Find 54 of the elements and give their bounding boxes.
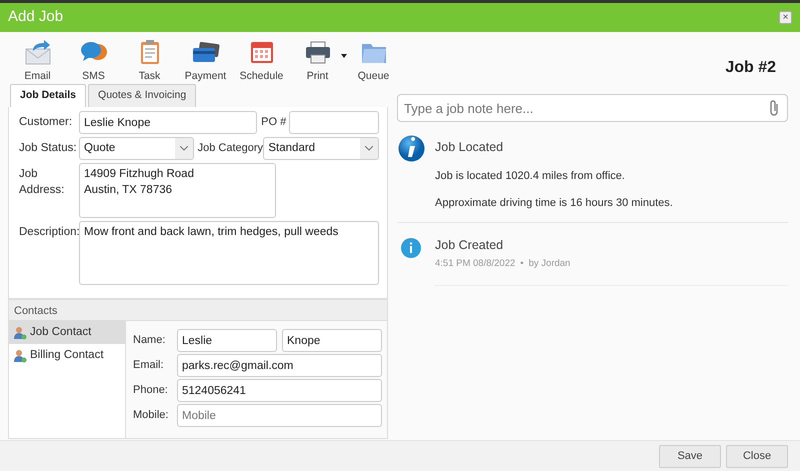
close-button[interactable]: Close	[726, 444, 788, 468]
address-field[interactable]: 14909 Fitzhugh Road Austin, TX 78736	[79, 163, 276, 218]
separator-dot: •	[520, 256, 524, 270]
contact-list-item[interactable]: Job Contact	[9, 321, 125, 344]
chevron-down-icon	[365, 146, 373, 151]
window-title: Add Job	[8, 7, 64, 28]
note-field[interactable]: Type a job note here...	[397, 94, 788, 122]
po-number-field[interactable]	[289, 111, 379, 134]
last-name-field[interactable]: Knope	[282, 329, 382, 352]
envelope-icon	[22, 38, 52, 66]
mobile-field[interactable]: Mobile	[177, 404, 382, 427]
toolbar-button[interactable]: Payment	[180, 38, 231, 86]
event-time: 4:51 PM 08/8/2022	[435, 256, 516, 270]
first-name-field[interactable]: Leslie	[177, 329, 277, 352]
toolbar-button[interactable]: Email	[12, 38, 63, 86]
section-header: Contacts	[9, 300, 387, 321]
event-author: by Jordan	[528, 256, 570, 270]
job-category-dropdown[interactable]: Standard	[263, 137, 379, 160]
event-text: Approximate driving time is 16 hours 30 minutes.	[435, 196, 674, 212]
toolbar-button[interactable]: Queue	[348, 38, 399, 86]
toolbar-button[interactable]: Schedule	[236, 38, 287, 86]
customer-field[interactable]: Leslie Knope	[79, 111, 258, 134]
phone-field[interactable]: 5124056241	[177, 379, 382, 402]
field-label: PO #	[260, 115, 288, 130]
job-number: Job #2	[725, 58, 776, 78]
toolbar-button[interactable]: Print	[292, 38, 343, 86]
clipboard-icon	[138, 38, 160, 66]
event-text: Job is located 1020.4 miles from office.	[435, 168, 626, 184]
info-icon	[401, 238, 421, 258]
event-title: Job Created	[435, 236, 504, 254]
description-field[interactable]: Mow front and back lawn, trim hedges, pull weeds	[79, 221, 379, 285]
tab[interactable]: Quotes & Invoicing	[88, 84, 196, 107]
contact-icon	[13, 326, 27, 340]
paperclip-icon[interactable]	[768, 99, 780, 117]
field-label: Job Address:	[19, 167, 66, 198]
contact-list-item[interactable]: Billing Contact	[9, 344, 125, 367]
field-label: Phone:	[133, 383, 169, 398]
close-button[interactable]: ×	[779, 11, 792, 24]
field-label: Description:	[19, 225, 79, 240]
field-label: Mobile:	[133, 408, 170, 424]
field-label: Customer:	[19, 114, 74, 130]
email-field[interactable]: parks.rec@gmail.com	[177, 354, 382, 377]
chevron-down-icon	[180, 146, 188, 151]
caret-icon[interactable]	[341, 54, 347, 58]
field-label: Job Status:	[19, 140, 78, 156]
contact-icon	[13, 348, 27, 362]
info-icon	[398, 135, 425, 162]
field-label: Job Category	[196, 141, 264, 156]
job-status-dropdown[interactable]: Quote	[79, 137, 194, 160]
field-label: Email:	[133, 358, 165, 374]
field-label: Name:	[133, 333, 166, 348]
tab[interactable]: Job Details	[10, 84, 86, 107]
event-title: Job Located	[435, 139, 504, 156]
save-button[interactable]: Save	[659, 444, 721, 468]
